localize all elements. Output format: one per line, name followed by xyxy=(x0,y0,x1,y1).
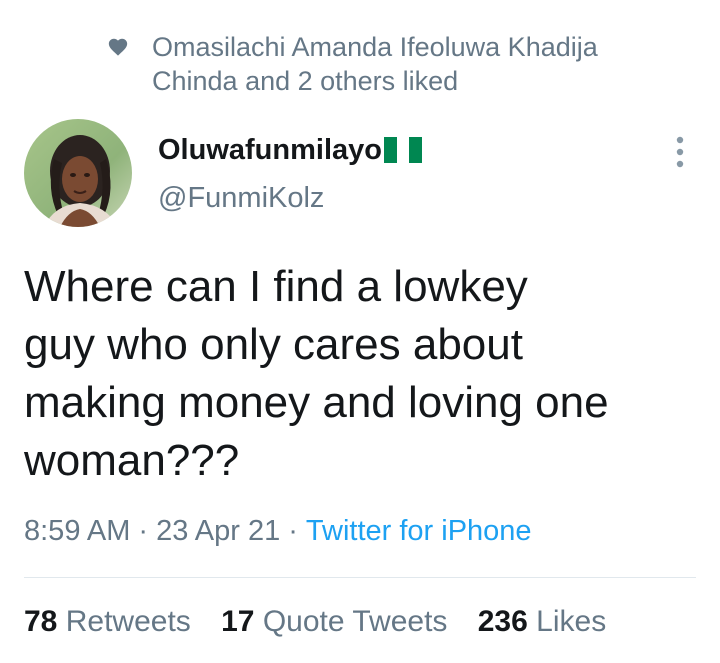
retweets-label: Retweets xyxy=(65,605,191,638)
retweets-count: 78 xyxy=(24,605,58,638)
display-name[interactable]: Oluwafunmilayo xyxy=(158,131,382,169)
source-link[interactable]: Twitter for iPhone xyxy=(306,515,532,547)
avatar[interactable] xyxy=(24,119,132,227)
user-handle[interactable]: @FunmiKolz xyxy=(158,179,422,217)
nigeria-flag-icon xyxy=(383,137,422,163)
meta-separator: · xyxy=(138,515,149,547)
quote-tweets-label: Quote Tweets xyxy=(262,605,448,638)
tweet-date[interactable]: 23 Apr 21 xyxy=(156,515,280,547)
heart-icon xyxy=(108,38,128,56)
author-block[interactable]: Oluwafunmilayo @FunmiKolz xyxy=(158,131,422,217)
social-context-text: Omasilachi Amanda Ifeoluwa Khadija Chind… xyxy=(152,32,598,96)
likes-stat[interactable]: 236 Likes xyxy=(478,605,606,638)
more-vertical-icon[interactable] xyxy=(672,135,688,169)
meta-separator: · xyxy=(288,515,298,547)
retweets-stat[interactable]: 78 Retweets xyxy=(24,605,191,638)
engagement-stats: 78 Retweets 17 Quote Tweets 236 Likes xyxy=(24,603,628,641)
quote-tweets-count: 17 xyxy=(221,605,255,638)
quote-tweets-stat[interactable]: 17 Quote Tweets xyxy=(221,605,447,638)
likes-label: Likes xyxy=(536,605,607,638)
profile-photo xyxy=(24,119,132,227)
likes-count: 236 xyxy=(477,605,528,638)
social-context[interactable]: Omasilachi Amanda Ifeoluwa Khadija Chind… xyxy=(107,30,667,98)
tweet-meta: 8:59 AM · 23 Apr 21 · Twitter for iPhone xyxy=(24,512,532,550)
divider xyxy=(24,577,696,578)
tweet-text: Where can I find a lowkey guy who only c… xyxy=(24,262,609,485)
tweet-time[interactable]: 8:59 AM xyxy=(24,515,130,547)
